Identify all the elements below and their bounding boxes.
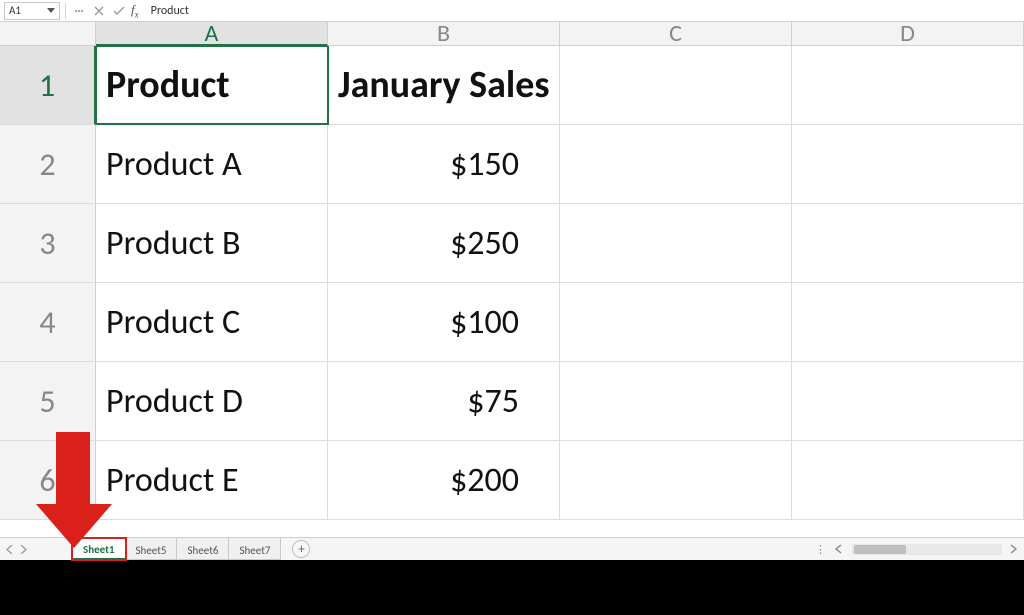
cell[interactable]: Product (96, 46, 328, 124)
cell-grid: 1 Product January Sales 2 Product A $150… (0, 46, 1024, 537)
scroll-right-icon[interactable] (1010, 544, 1020, 554)
cell[interactable]: Product B (96, 204, 328, 282)
cell[interactable] (792, 204, 1024, 282)
fx-icon[interactable]: fx (131, 2, 139, 20)
cell[interactable]: $200 (328, 441, 560, 519)
column-header[interactable]: B (328, 22, 560, 45)
cell[interactable]: January Sales (328, 46, 560, 124)
strip-right: ⋮ (815, 543, 1020, 556)
select-all-corner[interactable] (0, 22, 96, 45)
cell[interactable] (560, 441, 792, 519)
sheet-tabs: Sheet1 Sheet5 Sheet6 Sheet7 (72, 538, 280, 560)
spreadsheet-app: A1 fx Product A B C D 1 Product January … (0, 0, 1024, 560)
row-header[interactable]: 3 (0, 204, 96, 282)
cell[interactable] (792, 362, 1024, 440)
column-header-strip: A B C D (0, 22, 1024, 46)
table-row: 1 Product January Sales (0, 46, 1024, 125)
new-sheet-button[interactable]: + (292, 540, 310, 558)
cell[interactable]: $250 (328, 204, 560, 282)
cell[interactable] (560, 204, 792, 282)
name-box-value: A1 (9, 4, 21, 17)
name-box-caret-icon (47, 8, 55, 13)
name-box[interactable]: A1 (4, 2, 60, 20)
footer-black-area (0, 560, 1024, 615)
table-row: 2 Product A $150 (0, 125, 1024, 204)
enter-icon[interactable] (111, 3, 127, 19)
cell[interactable]: $100 (328, 283, 560, 361)
row-header[interactable]: 6 (0, 441, 96, 519)
formula-bar: A1 fx Product (0, 0, 1024, 22)
scrollbar-thumb[interactable] (854, 545, 906, 554)
cell[interactable]: Product E (96, 441, 328, 519)
sheet-tab[interactable]: Sheet1 (72, 538, 126, 560)
column-header[interactable]: A (96, 22, 328, 46)
scroll-left-icon[interactable] (834, 544, 844, 554)
cell[interactable] (560, 46, 792, 124)
tab-nav-next-icon[interactable] (18, 542, 28, 556)
row-header[interactable]: 2 (0, 125, 96, 203)
cell[interactable]: Product C (96, 283, 328, 361)
cell[interactable] (792, 283, 1024, 361)
cell[interactable] (560, 125, 792, 203)
cell[interactable] (792, 46, 1024, 124)
table-row: 6 Product E $200 (0, 441, 1024, 520)
sheet-tab[interactable]: Sheet7 (228, 538, 281, 560)
cell[interactable] (792, 441, 1024, 519)
cell[interactable] (560, 362, 792, 440)
column-header[interactable]: D (792, 22, 1024, 45)
row-header[interactable]: 4 (0, 283, 96, 361)
cancel-icon[interactable] (91, 3, 107, 19)
cell[interactable]: Product A (96, 125, 328, 203)
row-header[interactable]: 1 (0, 46, 96, 124)
more-options-icon[interactable]: ⋮ (815, 543, 826, 556)
sheet-tab[interactable]: Sheet6 (176, 538, 229, 560)
cell[interactable] (560, 283, 792, 361)
column-header[interactable]: C (560, 22, 792, 45)
formula-input[interactable]: Product (143, 4, 1020, 18)
table-row: 5 Product D $75 (0, 362, 1024, 441)
cell[interactable]: Product D (96, 362, 328, 440)
horizontal-scrollbar[interactable] (852, 544, 1002, 555)
tab-nav-prev-icon[interactable] (4, 542, 14, 556)
sheet-tab-strip: Sheet1 Sheet5 Sheet6 Sheet7 + ⋮ (0, 537, 1024, 560)
table-row: 4 Product C $100 (0, 283, 1024, 362)
cell[interactable]: $75 (328, 362, 560, 440)
cell[interactable]: $150 (328, 125, 560, 203)
row-header[interactable]: 5 (0, 362, 96, 440)
sheet-tab[interactable]: Sheet5 (125, 538, 178, 560)
separator (65, 3, 66, 19)
table-row: 3 Product B $250 (0, 204, 1024, 283)
more-icon[interactable] (71, 3, 87, 19)
cell[interactable] (792, 125, 1024, 203)
